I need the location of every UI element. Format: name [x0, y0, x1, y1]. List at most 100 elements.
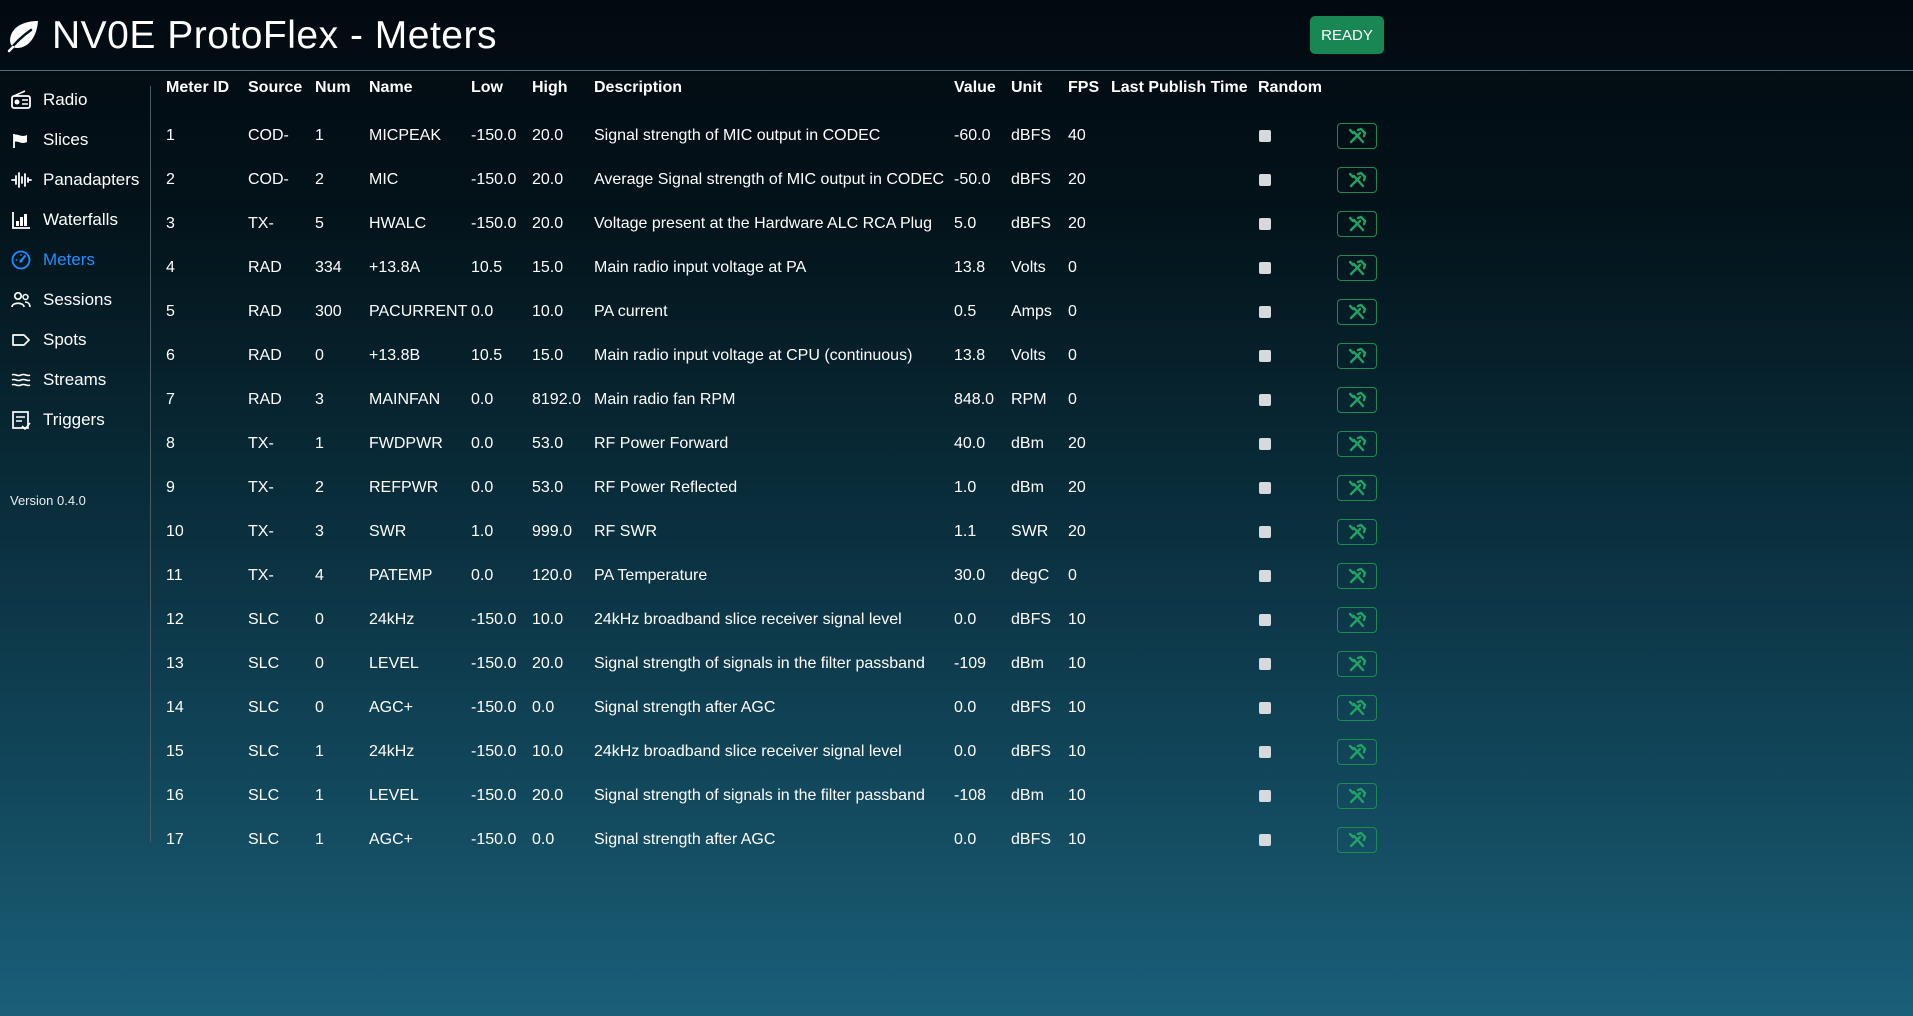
fps-cell: 10 — [1068, 787, 1086, 804]
sidebar-item-radio[interactable]: Radio — [0, 80, 148, 120]
num-cell: 2 — [315, 171, 324, 188]
sidebar-item-panadapters[interactable]: Panadapters — [0, 160, 148, 200]
name-cell: +13.8A — [369, 259, 421, 276]
random-checkbox[interactable] — [1259, 174, 1271, 186]
sidebar-item-sessions[interactable]: Sessions — [0, 280, 148, 320]
sidebar-item-slices[interactable]: Slices — [0, 120, 148, 160]
value-cell: 0.0 — [954, 743, 977, 760]
tools-icon — [1346, 743, 1368, 761]
random-checkbox[interactable] — [1259, 746, 1271, 758]
source-cell: COD- — [248, 171, 289, 188]
random-checkbox[interactable] — [1259, 526, 1271, 538]
sidebar-item-meters[interactable]: Meters — [0, 240, 148, 280]
random-checkbox[interactable] — [1259, 702, 1271, 714]
unit-cell: Volts — [1011, 259, 1046, 276]
sidebar-item-label: Panadapters — [43, 170, 140, 189]
name-cell: SWR — [369, 523, 407, 540]
random-checkbox[interactable] — [1259, 218, 1271, 230]
unit-cell: dBm — [1011, 655, 1044, 672]
configure-meter-button[interactable] — [1337, 475, 1377, 501]
value-cell: 13.8 — [954, 259, 986, 276]
fps-cell: 10 — [1068, 743, 1086, 760]
unit-cell: Amps — [1011, 303, 1052, 320]
random-checkbox[interactable] — [1259, 262, 1271, 274]
configure-meter-button[interactable] — [1337, 563, 1377, 589]
meter-id-cell: 1 — [166, 127, 175, 144]
column-header-source: Source — [248, 79, 303, 96]
high-cell: 15.0 — [532, 347, 564, 364]
name-cell: 24kHz — [369, 743, 415, 760]
sidebar-item-label: Waterfalls — [43, 210, 118, 229]
random-checkbox[interactable] — [1259, 130, 1271, 142]
num-cell: 0 — [315, 611, 324, 628]
name-cell: HWALC — [369, 215, 427, 232]
configure-meter-button[interactable] — [1337, 607, 1377, 633]
configure-meter-button[interactable] — [1337, 299, 1377, 325]
fps-cell: 0 — [1068, 347, 1077, 364]
column-header-last-publish-time: Last Publish Time — [1111, 79, 1248, 96]
configure-meter-button[interactable] — [1337, 739, 1377, 765]
random-checkbox[interactable] — [1259, 350, 1271, 362]
high-cell: 0.0 — [532, 699, 555, 716]
tools-icon — [1346, 655, 1368, 673]
people-icon — [10, 289, 32, 311]
bar-chart-icon — [10, 209, 32, 231]
fps-cell: 40 — [1068, 127, 1086, 144]
random-checkbox[interactable] — [1259, 482, 1271, 494]
name-cell: FWDPWR — [369, 435, 443, 452]
value-cell: -109 — [954, 655, 987, 672]
column-header-unit: Unit — [1011, 79, 1043, 96]
table-row: 14 SLC 0 AGC+ -150.0 0.0 Signal strength after… — [160, 686, 1400, 730]
low-cell: -150.0 — [471, 831, 517, 848]
random-checkbox[interactable] — [1259, 658, 1271, 670]
configure-meter-button[interactable] — [1337, 387, 1377, 413]
high-cell: 10.0 — [532, 303, 564, 320]
sidebar-item-triggers[interactable]: Triggers — [0, 400, 148, 440]
value-cell: -50.0 — [954, 171, 991, 188]
configure-meter-button[interactable] — [1337, 519, 1377, 545]
name-cell: MIC — [369, 171, 399, 188]
configure-meter-button[interactable] — [1337, 783, 1377, 809]
configure-meter-button[interactable] — [1337, 431, 1377, 457]
random-checkbox[interactable] — [1259, 394, 1271, 406]
low-cell: -150.0 — [471, 787, 517, 804]
low-cell: -150.0 — [471, 611, 517, 628]
value-cell: -60.0 — [954, 127, 991, 144]
random-checkbox[interactable] — [1259, 306, 1271, 318]
table-header-row: Meter ID Source Num Name Low High Descri… — [160, 70, 1400, 114]
random-checkbox[interactable] — [1259, 790, 1271, 802]
configure-meter-button[interactable] — [1337, 167, 1377, 193]
name-cell: MAINFAN — [369, 391, 441, 408]
unit-cell: dBFS — [1011, 171, 1052, 188]
low-cell: -150.0 — [471, 215, 517, 232]
configure-meter-button[interactable] — [1337, 651, 1377, 677]
ready-status-button[interactable]: READY — [1310, 16, 1384, 54]
random-checkbox[interactable] — [1259, 438, 1271, 450]
tools-icon — [1346, 787, 1368, 805]
configure-meter-button[interactable] — [1337, 827, 1377, 853]
sidebar-item-streams[interactable]: Streams — [0, 360, 148, 400]
meter-id-cell: 5 — [166, 303, 175, 320]
low-cell: -150.0 — [471, 655, 517, 672]
fps-cell: 10 — [1068, 699, 1086, 716]
sidebar-item-waterfalls[interactable]: Waterfalls — [0, 200, 148, 240]
flag-icon — [10, 129, 32, 151]
random-checkbox[interactable] — [1259, 570, 1271, 582]
configure-meter-button[interactable] — [1337, 343, 1377, 369]
high-cell: 20.0 — [532, 655, 564, 672]
configure-meter-button[interactable] — [1337, 211, 1377, 237]
fps-cell: 0 — [1068, 567, 1077, 584]
configure-meter-button[interactable] — [1337, 123, 1377, 149]
high-cell: 20.0 — [532, 215, 564, 232]
meter-id-cell: 10 — [166, 523, 184, 540]
sidebar-item-spots[interactable]: Spots — [0, 320, 148, 360]
random-checkbox[interactable] — [1259, 834, 1271, 846]
source-cell: TX- — [248, 479, 274, 496]
table-row: 4 RAD 334 +13.8A 10.5 15.0 Main radio input vo… — [160, 246, 1400, 290]
configure-meter-button[interactable] — [1337, 695, 1377, 721]
configure-meter-button[interactable] — [1337, 255, 1377, 281]
tools-icon — [1346, 699, 1368, 717]
low-cell: 0.0 — [471, 567, 494, 584]
low-cell: 10.5 — [471, 259, 503, 276]
random-checkbox[interactable] — [1259, 614, 1271, 626]
